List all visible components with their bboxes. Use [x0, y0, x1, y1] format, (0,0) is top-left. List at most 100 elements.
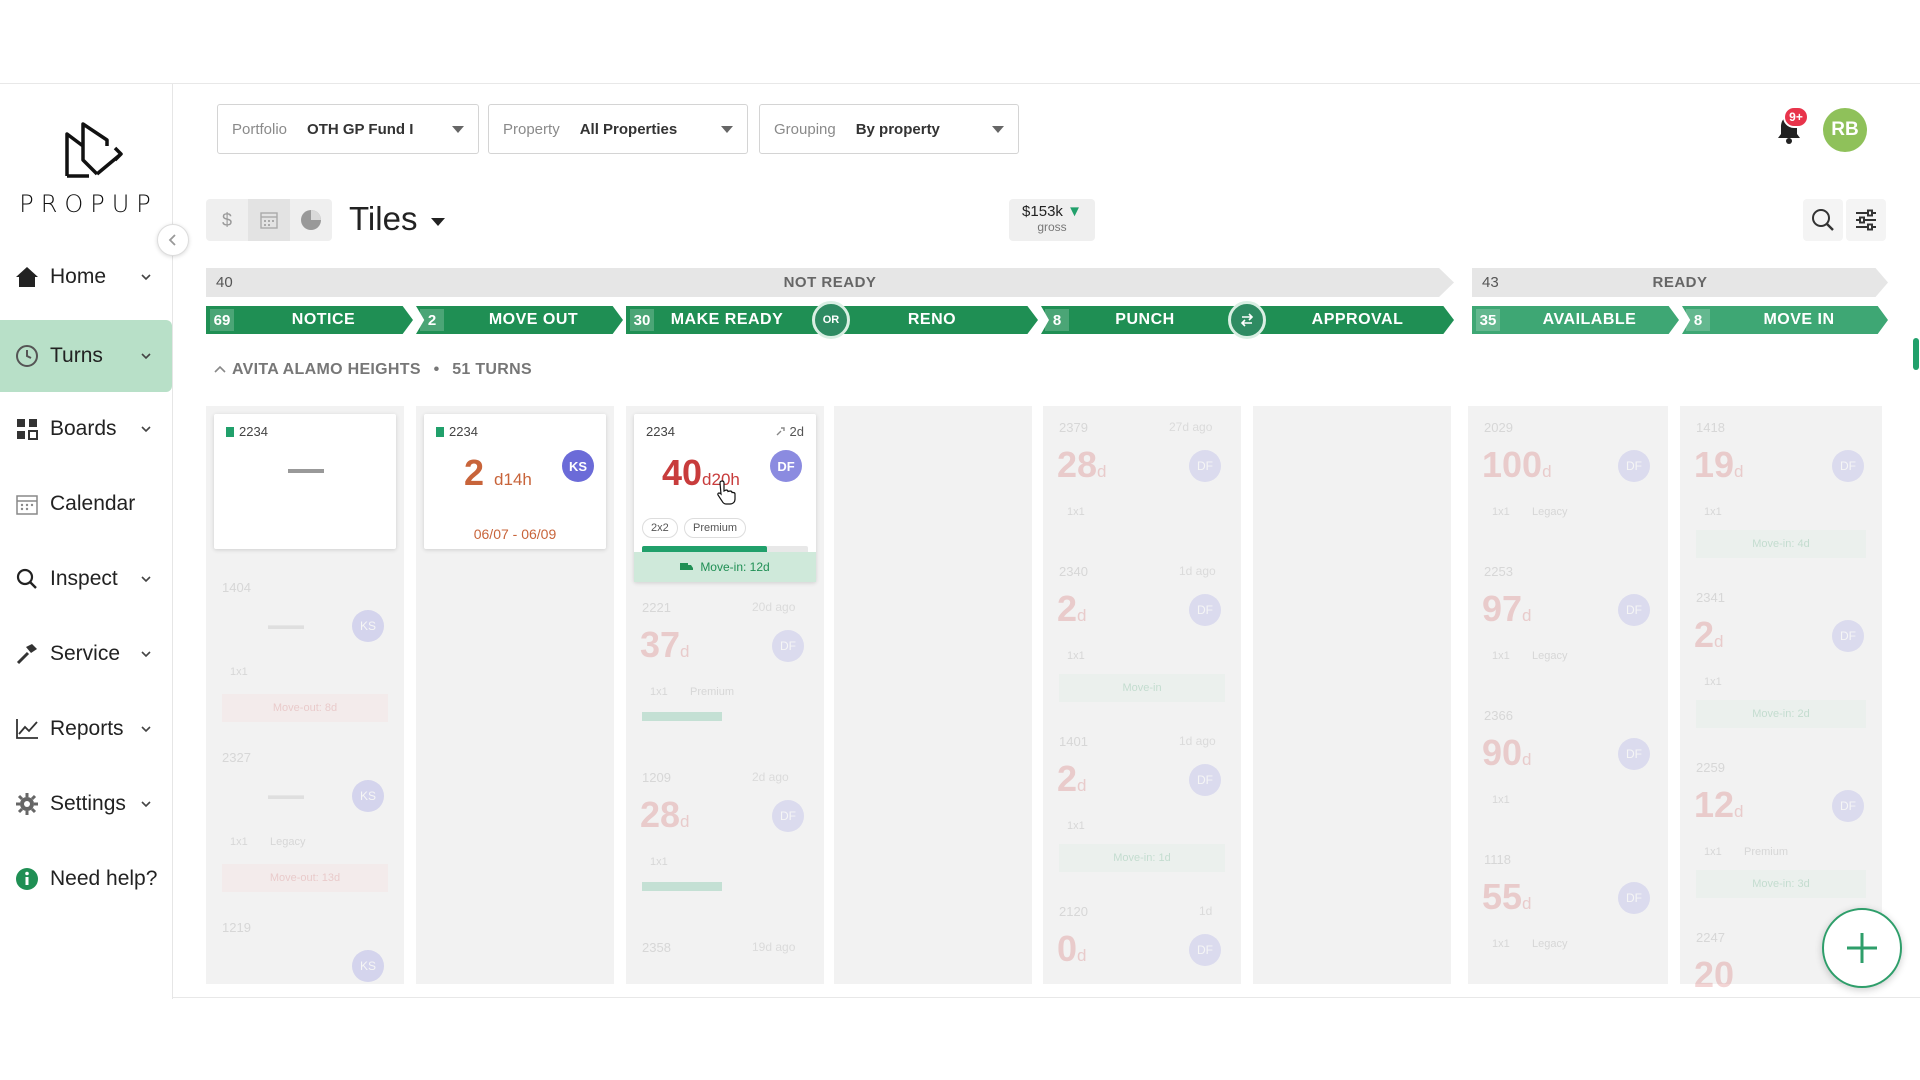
days-value: —	[268, 774, 304, 815]
unit-number: 2259	[1696, 760, 1725, 775]
sidebar-item-label: Home	[50, 265, 107, 288]
days-value: 28	[1057, 444, 1098, 485]
sidebar-item-home[interactable]: Home	[0, 241, 172, 313]
stage-name: APPROVAL	[1311, 311, 1404, 328]
assignee-avatar: DF	[1618, 882, 1650, 914]
scrollbar-thumb[interactable]	[1913, 338, 1919, 370]
property-name: AVITA ALAMO HEIGHTS	[232, 361, 421, 378]
unit-tier: Legacy	[1532, 938, 1568, 950]
sidebar-item-calendar[interactable]: Calendar	[0, 468, 172, 540]
turn-card[interactable]: 2259 12d DF 1x1 Premium Move-in: 3d	[1688, 754, 1874, 904]
add-turn-button[interactable]	[1822, 908, 1902, 988]
unit-number: 2366	[1484, 708, 1513, 723]
turn-card[interactable]: 2120 1d 0d DF	[1051, 898, 1233, 984]
sidebar-item-settings[interactable]: Settings	[0, 768, 172, 840]
door-icon	[436, 426, 444, 437]
sidebar-item-turns[interactable]: Turns	[0, 320, 172, 392]
unit-tier: Legacy	[270, 836, 306, 848]
stage-age: 2d	[775, 424, 804, 439]
days-value: 37	[640, 624, 681, 665]
sidebar-item-reports[interactable]: Reports	[0, 693, 172, 765]
assignee-avatar: DF	[1189, 934, 1221, 966]
turn-card[interactable]: 2341 2d DF 1x1 Move-in: 2d	[1688, 584, 1874, 734]
assignee-avatar: DF	[1618, 450, 1650, 482]
turn-card[interactable]: 2029 100d DF 1x1 Legacy	[1476, 414, 1660, 554]
chart-view-button[interactable]	[290, 199, 332, 241]
sidebar-item-boards[interactable]: Boards	[0, 393, 172, 465]
turn-card[interactable]: 2366 90d DF 1x1	[1476, 702, 1660, 842]
truck-icon	[680, 563, 694, 570]
assignee-avatar[interactable]: DF	[770, 450, 802, 482]
sidebar-item-need-help[interactable]: Need help?	[0, 843, 172, 915]
door-icon	[226, 426, 234, 437]
turn-card[interactable]: 1209 2d ago 28d DF 1x1	[634, 764, 816, 924]
search-button[interactable]	[1803, 199, 1843, 241]
property-select[interactable]: Property All Properties	[488, 104, 748, 154]
sidebar-item-label: Reports	[50, 717, 124, 740]
stage-approval[interactable]: APPROVAL	[1241, 306, 1454, 334]
days-value: 97	[1482, 588, 1523, 629]
sidebar-item-label: Need help?	[50, 867, 158, 890]
turn-card[interactable]: 2221 20d ago 37d DF 1x1 Premium	[634, 594, 816, 754]
grouping-select[interactable]: Grouping By property	[759, 104, 1019, 154]
stage-move-in[interactable]: 8 MOVE IN	[1682, 306, 1888, 334]
assignee-avatar: DF	[1832, 450, 1864, 482]
days-value: 100	[1482, 444, 1543, 485]
pie-chart-icon	[301, 210, 321, 230]
chart-line-icon	[14, 716, 40, 742]
stage-name: RENO	[907, 311, 957, 328]
stage-name: MOVE IN	[1763, 311, 1835, 328]
collapse-sidebar-button[interactable]	[157, 224, 189, 256]
unit-type: 1x1	[1492, 506, 1510, 518]
propup-logo[interactable]: PROPUP	[16, 116, 161, 218]
turn-card-move-out[interactable]: 2234 2 d14h KS 06/07 - 06/09	[424, 414, 606, 549]
assignee-avatar: KS	[352, 950, 384, 982]
turn-card[interactable]: 2340 1d ago 2d DF 1x1 Move-in	[1051, 558, 1233, 708]
turn-card[interactable]: 2327 — KS 1x1 Legacy Move-out: 13d	[214, 744, 396, 904]
sliders-icon	[1856, 209, 1876, 231]
turn-card-notice[interactable]: 2234	[214, 414, 396, 549]
unit-label: 2234	[436, 424, 478, 439]
unit-number: 2234	[239, 424, 268, 439]
stage-make-ready[interactable]: 30 MAKE READY	[626, 306, 826, 334]
turn-card[interactable]: 1404 — KS 1x1 Move-out: 8d	[214, 574, 396, 734]
stage-notice[interactable]: 69 NOTICE	[206, 306, 413, 334]
age-value: 2d ago	[752, 770, 789, 784]
gross-summary[interactable]: $153k ▼ gross	[1009, 199, 1095, 241]
turn-card[interactable]: 1219 KS	[214, 914, 396, 984]
assignee-avatar: KS	[352, 780, 384, 812]
assignee-avatar[interactable]: KS	[562, 450, 594, 482]
turn-card[interactable]: 2379 27d ago 28d DF 1x1	[1051, 414, 1233, 554]
assignee-avatar: DF	[1832, 790, 1864, 822]
view-selector[interactable]: Tiles	[349, 200, 446, 238]
portfolio-select[interactable]: Portfolio OTH GP Fund I	[217, 104, 479, 154]
stage-available[interactable]: 35 AVAILABLE	[1472, 306, 1679, 334]
turn-card[interactable]: 2253 97d DF 1x1 Legacy	[1476, 558, 1660, 698]
turn-card[interactable]: 2358 19d ago	[634, 934, 816, 984]
stage-name: MAKE READY	[670, 311, 784, 328]
user-avatar[interactable]: RB	[1823, 108, 1867, 152]
turn-card[interactable]: 1418 19d DF 1x1 Move-in: 4d	[1688, 414, 1874, 564]
sidebar-item-service[interactable]: Service	[0, 618, 172, 690]
turn-card[interactable]: 1118 55d DF 1x1 Legacy	[1476, 846, 1660, 984]
unit-type: 1x1	[1492, 794, 1510, 806]
financial-view-button[interactable]: $	[206, 199, 248, 241]
chevron-down-icon	[141, 726, 151, 733]
unit-type: 1x1	[1067, 650, 1085, 662]
unit-type: 1x1	[1067, 506, 1085, 518]
days-value: 20	[1694, 954, 1735, 995]
stage-punch[interactable]: 8 PUNCH	[1041, 306, 1241, 334]
property-group-header[interactable]: AVITA ALAMO HEIGHTS • 51 TURNS	[214, 361, 532, 379]
sidebar-item-inspect[interactable]: Inspect	[0, 543, 172, 615]
page-title: Tiles	[349, 200, 418, 237]
group-ready: 43 READY	[1472, 268, 1888, 297]
calendar-view-button[interactable]	[248, 199, 290, 241]
caret-down-icon	[992, 125, 1004, 133]
turn-card[interactable]: 1401 1d ago 2d DF 1x1 Move-in: 1d	[1051, 728, 1233, 878]
stage-reno[interactable]: RENO	[826, 306, 1038, 334]
stage-move-out[interactable]: 2 MOVE OUT	[416, 306, 623, 334]
filter-settings-button[interactable]	[1846, 199, 1886, 241]
unit-number: 2340	[1059, 564, 1088, 579]
unit-type: 1x1	[1704, 676, 1722, 688]
unit-number: 2221	[642, 600, 671, 615]
